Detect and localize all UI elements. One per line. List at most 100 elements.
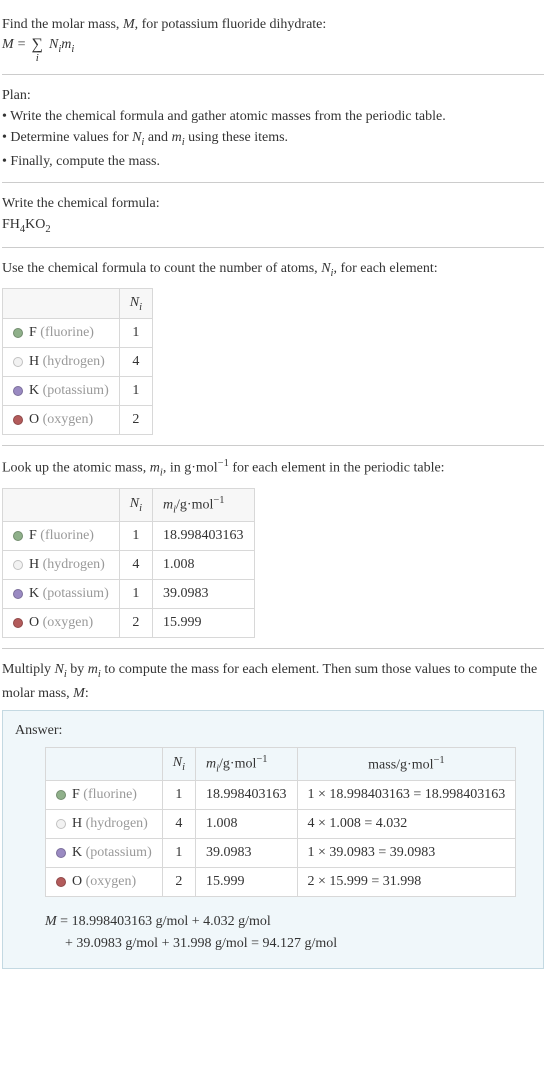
mass-cell: 18.998403163 [153,522,255,551]
count-cell: 1 [119,377,152,406]
element-dot-icon [13,386,23,396]
answer-box: Answer: Ni mi/g·mol−1 mass/g·mol−1 F (fl… [2,710,544,969]
count-heading: Use the chemical formula to count the nu… [2,258,544,282]
mass-product-cell: 2 × 15.999 = 31.998 [297,868,516,897]
header-mi: mi/g·mol−1 [196,747,298,780]
calc-line-2: + 39.0983 g/mol + 31.998 g/mol = 94.127 … [45,933,531,955]
mass-cell: 39.0983 [196,839,298,868]
intro-title-var: M [123,17,135,32]
header-ni: Ni [162,747,195,780]
eq-equals: = [18,37,26,53]
header-ni: Ni [119,488,152,521]
element-cell: K (potassium) [46,839,163,868]
count-cell: 2 [119,609,152,638]
mass-product-cell: 1 × 39.0983 = 39.0983 [297,839,516,868]
mass-heading: Look up the atomic mass, mi, in g·mol−1 … [2,456,544,481]
count-table: Ni F (fluorine) 1 H (hydrogen) 4 K (pota… [2,288,153,436]
count-section: Use the chemical formula to count the nu… [2,248,544,446]
element-dot-icon [13,415,23,425]
header-mi: mi/g·mol−1 [153,488,255,521]
element-cell: O (oxygen) [46,868,163,897]
plan-bullet-1: • Write the chemical formula and gather … [2,106,544,127]
eq-lhs: M [2,37,14,53]
table-row: O (oxygen) 2 [3,406,153,435]
formula-section: Write the chemical formula: FH4KO2 [2,183,544,249]
element-cell: H (hydrogen) [3,551,120,580]
intro-title-suffix: , for potassium fluoride dihydrate: [135,17,327,32]
final-calculation: M = 18.998403163 g/mol + 4.032 g/mol + 3… [45,911,531,956]
mass-product-cell: 1 × 18.998403163 = 18.998403163 [297,781,516,810]
header-blank [46,747,163,780]
plan-list: • Write the chemical formula and gather … [2,106,544,172]
count-cell: 1 [119,522,152,551]
element-dot-icon [13,328,23,338]
count-cell: 1 [119,580,152,609]
element-cell: K (potassium) [3,377,120,406]
molar-mass-equation: M = ∑ i Nimi [2,37,544,64]
element-cell: O (oxygen) [3,406,120,435]
table-row: F (fluorine) 1 [3,319,153,348]
plan-bullet-3: • Finally, compute the mass. [2,151,544,172]
table-row: O (oxygen) 2 15.999 2 × 15.999 = 31.998 [46,868,516,897]
answer-title: Answer: [15,723,531,739]
element-cell: F (fluorine) [3,522,120,551]
count-cell: 2 [162,868,195,897]
mass-cell: 39.0983 [153,580,255,609]
intro-title-prefix: Find the molar mass, [2,17,123,32]
element-dot-icon [56,848,66,858]
header-ni: Ni [119,288,152,319]
element-dot-icon [56,790,66,800]
element-cell: K (potassium) [3,580,120,609]
count-cell: 2 [119,406,152,435]
answer-inner: Ni mi/g·mol−1 mass/g·mol−1 F (fluorine) … [15,747,531,956]
intro-title: Find the molar mass, M, for potassium fl… [2,14,544,35]
mass-cell: 15.999 [153,609,255,638]
table-row: F (fluorine) 1 18.998403163 1 × 18.99840… [46,781,516,810]
table-row: H (hydrogen) 4 1.008 [3,551,255,580]
multiply-text: Multiply Ni by mi to compute the mass fo… [2,659,544,704]
table-row: K (potassium) 1 39.0983 [3,580,255,609]
count-cell: 4 [119,348,152,377]
count-cell: 4 [119,551,152,580]
element-dot-icon [13,357,23,367]
plan-heading: Plan: [2,85,544,106]
table-header-row: Ni mi/g·mol−1 [3,488,255,521]
element-dot-icon [13,531,23,541]
table-row: H (hydrogen) 4 1.008 4 × 1.008 = 4.032 [46,810,516,839]
eq-rhs: Nimi [49,37,74,55]
sigma-icon: ∑ i [32,37,43,64]
header-mass: mass/g·mol−1 [297,747,516,780]
mass-cell: 1.008 [196,810,298,839]
count-cell: 1 [162,781,195,810]
table-row: H (hydrogen) 4 [3,348,153,377]
table-header-row: Ni mi/g·mol−1 mass/g·mol−1 [46,747,516,780]
chemical-formula: FH4KO2 [2,214,544,238]
mass-cell: 1.008 [153,551,255,580]
count-cell: 1 [162,839,195,868]
element-cell: O (oxygen) [3,609,120,638]
plan-bullet-2: • Determine values for Ni and mi using t… [2,127,544,151]
plan-section: Plan: • Write the chemical formula and g… [2,75,544,183]
header-blank [3,288,120,319]
answer-table: Ni mi/g·mol−1 mass/g·mol−1 F (fluorine) … [45,747,516,897]
table-row: K (potassium) 1 39.0983 1 × 39.0983 = 39… [46,839,516,868]
table-row: O (oxygen) 2 15.999 [3,609,255,638]
element-cell: H (hydrogen) [46,810,163,839]
mass-cell: 18.998403163 [196,781,298,810]
mass-cell: 15.999 [196,868,298,897]
mass-table: Ni mi/g·mol−1 F (fluorine) 1 18.99840316… [2,488,255,638]
table-row: K (potassium) 1 [3,377,153,406]
element-dot-icon [56,877,66,887]
formula-heading: Write the chemical formula: [2,193,544,214]
header-blank [3,488,120,521]
calc-line-1: M = 18.998403163 g/mol + 4.032 g/mol [45,911,531,933]
count-cell: 4 [162,810,195,839]
table-header-row: Ni [3,288,153,319]
intro-section: Find the molar mass, M, for potassium fl… [2,4,544,75]
element-cell: F (fluorine) [3,319,120,348]
element-dot-icon [13,589,23,599]
count-cell: 1 [119,319,152,348]
mass-product-cell: 4 × 1.008 = 4.032 [297,810,516,839]
element-dot-icon [56,819,66,829]
element-dot-icon [13,618,23,628]
